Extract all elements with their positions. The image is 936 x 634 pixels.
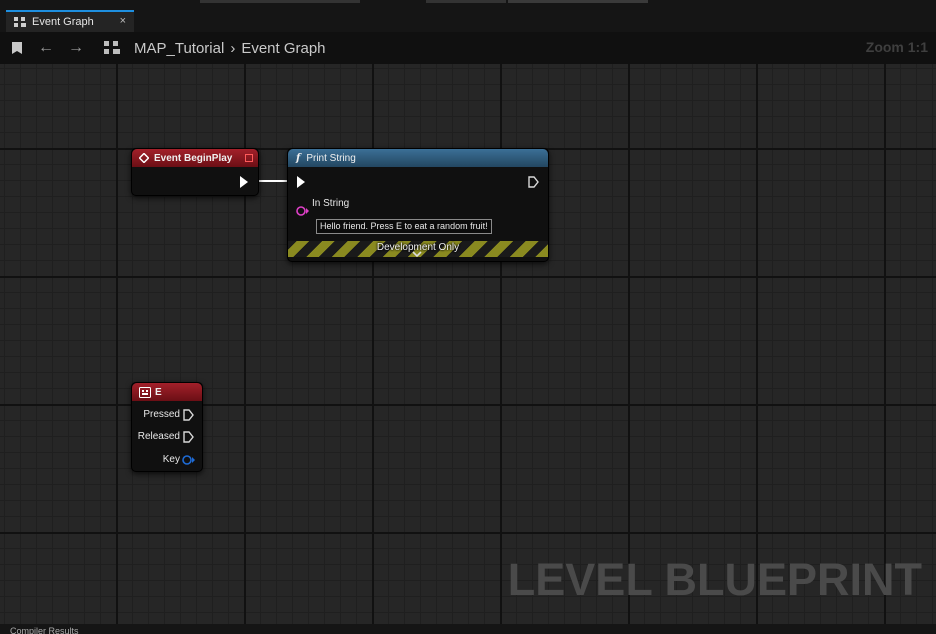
bookmark-button[interactable]: [8, 38, 26, 58]
node-header: E: [132, 383, 202, 401]
exec-out-pin[interactable]: [240, 176, 248, 188]
in-string-label: In String: [312, 198, 350, 209]
tab-compiler-results[interactable]: Compiler Results: [10, 626, 79, 634]
exec-out-pin-icon[interactable]: [528, 176, 539, 188]
released-pin-label: Released: [137, 431, 180, 442]
blueprint-icon: [104, 41, 120, 55]
exec-in-pin[interactable]: [297, 176, 305, 188]
tab-strip-segment: [200, 0, 360, 3]
key-struct-pin-icon[interactable]: [182, 454, 196, 466]
tab-close-icon[interactable]: ×: [120, 15, 126, 27]
string-pin-icon[interactable]: [296, 205, 310, 217]
pressed-pin-label: Pressed: [143, 409, 180, 420]
graph-toolbar: ← → MAP_Tutorial › Event Graph Zoom 1:1: [0, 32, 936, 64]
function-icon: f: [296, 152, 301, 164]
key-pin-label: Key: [162, 454, 180, 465]
graph-icon: [14, 16, 26, 28]
breadcrumb: MAP_Tutorial › Event Graph: [104, 38, 326, 58]
in-string-input[interactable]: Hello friend. Press E to eat a random fr…: [316, 219, 492, 234]
tab-label: Event Graph: [32, 16, 94, 28]
tab-event-graph[interactable]: Event Graph ×: [6, 10, 134, 32]
bottom-panel-bar: Compiler Results: [0, 624, 936, 634]
breadcrumb-root[interactable]: MAP_Tutorial: [134, 40, 224, 57]
node-header: Event BeginPlay: [132, 149, 258, 167]
node-title: Print String: [306, 152, 356, 164]
forward-button[interactable]: →: [66, 38, 86, 58]
node-key-e[interactable]: E Pressed Released Key: [131, 382, 203, 472]
expand-chevron-icon[interactable]: [412, 251, 422, 260]
tab-bar: Event Graph ×: [0, 0, 936, 32]
tab-strip-segment: [508, 0, 648, 3]
node-title: Event BeginPlay: [154, 152, 233, 164]
keyboard-icon: [139, 386, 151, 398]
node-title: E: [155, 386, 162, 398]
node-print-string[interactable]: f Print String In String Hello friend. P…: [287, 148, 549, 262]
node-event-beginplay[interactable]: Event BeginPlay: [131, 148, 259, 196]
pressed-exec-pin-icon[interactable]: [183, 409, 194, 421]
breadcrumb-separator: ›: [230, 39, 236, 57]
level-blueprint-watermark: LEVEL BLUEPRINT: [507, 554, 922, 605]
released-exec-pin-icon[interactable]: [183, 431, 194, 443]
node-header: f Print String: [288, 149, 548, 167]
delegate-pin-icon[interactable]: [245, 154, 253, 162]
event-diamond-icon: [139, 153, 149, 163]
zoom-level: Zoom 1:1: [865, 39, 928, 55]
back-button[interactable]: ←: [36, 38, 56, 58]
graph-canvas[interactable]: Event BeginPlay f Print String In String…: [0, 64, 936, 624]
tab-strip-segment: [426, 0, 506, 3]
bookmark-icon: [12, 42, 22, 54]
breadcrumb-current: Event Graph: [241, 39, 326, 57]
